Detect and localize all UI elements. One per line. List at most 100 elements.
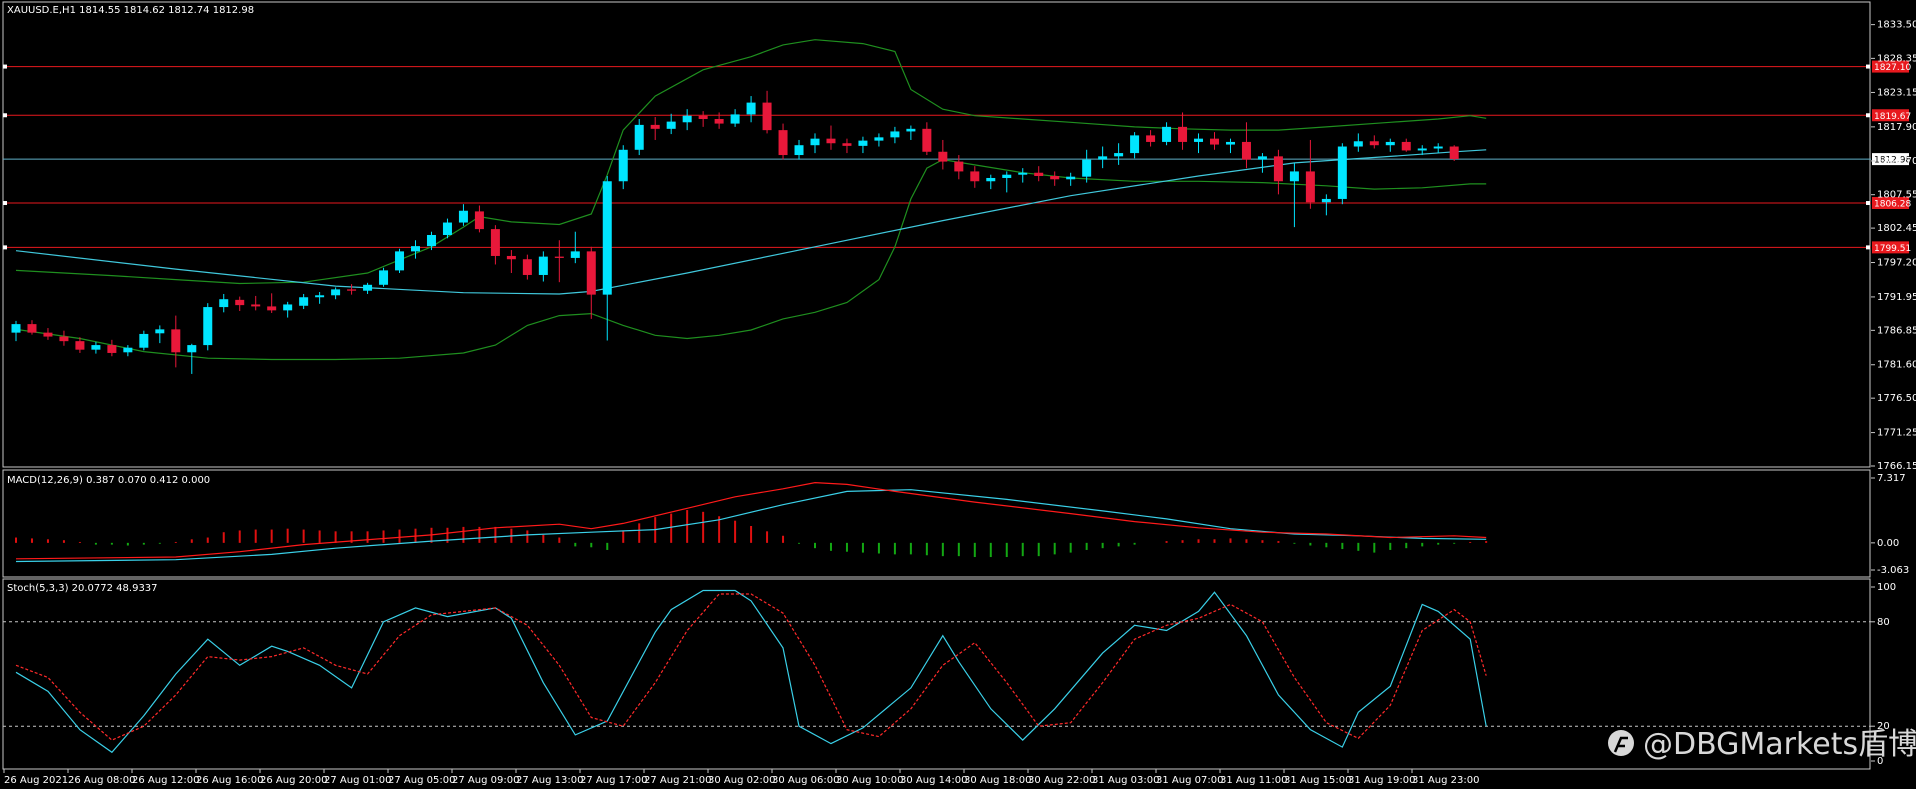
- candle-body: [810, 138, 820, 146]
- level-anchor-handle: [1866, 64, 1870, 69]
- time-tick-label: 30 Aug 18:00: [964, 775, 1031, 786]
- candle-body: [570, 251, 580, 258]
- candle-body: [522, 259, 532, 275]
- candle-body: [906, 128, 916, 132]
- macd-header: MACD(12,26,9) 0.387 0.070 0.412 0.000: [7, 475, 210, 486]
- candle-body: [1417, 148, 1427, 151]
- candle-body: [842, 143, 852, 146]
- price-tick-label: 1812.70: [1877, 156, 1916, 167]
- time-tick-label: 26 Aug 08:00: [68, 775, 135, 786]
- macd-tick-label: -3.063: [1877, 565, 1909, 576]
- candle-body: [474, 211, 484, 230]
- candle-body: [1050, 176, 1060, 180]
- candle-body: [155, 329, 165, 334]
- candle-body: [858, 140, 868, 146]
- time-tick-label: 31 Aug 03:00: [1092, 775, 1159, 786]
- price-tag-label: 1806.28: [1874, 200, 1911, 210]
- candle-body: [442, 222, 452, 235]
- time-tick-label: 31 Aug 19:00: [1348, 775, 1415, 786]
- time-tick-label: 30 Aug 22:00: [1028, 775, 1095, 786]
- candle-body: [1034, 172, 1044, 177]
- price-tick-label: 1771.25: [1877, 428, 1916, 439]
- chart-background: [0, 0, 1916, 789]
- candle-body: [426, 234, 436, 247]
- price-tick-label: 1781.60: [1877, 360, 1916, 371]
- time-tick-label: 31 Aug 11:00: [1220, 775, 1287, 786]
- candle-body: [554, 256, 564, 258]
- time-tick-label: 27 Aug 01:00: [324, 775, 391, 786]
- candle-body: [1273, 156, 1283, 182]
- price-tick-label: 1833.50: [1877, 20, 1916, 31]
- level-anchor-handle: [3, 113, 7, 118]
- candle-body: [1289, 171, 1299, 182]
- candle-body: [730, 114, 740, 124]
- candle-body: [1369, 141, 1379, 146]
- watermark-text: @DBGMarkets盾博: [1643, 727, 1916, 762]
- candle-body: [171, 329, 181, 353]
- price-tick-label: 1828.35: [1877, 53, 1916, 64]
- candle-body: [1353, 141, 1363, 147]
- price-tick-label: 1791.95: [1877, 292, 1916, 303]
- candle-body: [1178, 126, 1188, 142]
- candle-body: [650, 124, 660, 129]
- stoch-tick-label: 80: [1877, 617, 1890, 628]
- price-tag-label: 1819.67: [1874, 112, 1911, 122]
- candle-body: [299, 297, 309, 306]
- candle-body: [1018, 172, 1028, 175]
- candle-body: [411, 246, 420, 252]
- time-tick-label: 30 Aug 10:00: [836, 775, 903, 786]
- time-tick-label: 31 Aug 07:00: [1156, 775, 1223, 786]
- candle-body: [714, 118, 724, 124]
- candle-body: [267, 306, 277, 311]
- candle-body: [59, 336, 69, 342]
- candle-body: [107, 345, 117, 353]
- price-tick-label: 1786.85: [1877, 325, 1916, 336]
- time-tick-label: 27 Aug 17:00: [580, 775, 647, 786]
- candle-body: [1146, 135, 1156, 142]
- candle-body: [602, 181, 612, 295]
- level-anchor-handle: [1866, 201, 1870, 206]
- candle-body: [1337, 146, 1347, 199]
- candle-body: [682, 115, 692, 123]
- candle-body: [826, 138, 836, 144]
- candle-body: [1114, 153, 1124, 157]
- candle-body: [986, 177, 996, 182]
- price-tag-label: 1799.51: [1874, 244, 1911, 254]
- candle-body: [762, 102, 772, 131]
- candle-body: [586, 251, 596, 295]
- candle-body: [1130, 135, 1140, 154]
- candle-body: [1002, 174, 1012, 178]
- candle-body: [506, 255, 516, 260]
- candle-body: [1385, 141, 1395, 146]
- candle-body: [235, 299, 245, 306]
- time-tick-label: 31 Aug 23:00: [1412, 775, 1479, 786]
- time-tick-label: 26 Aug 12:00: [132, 775, 199, 786]
- level-anchor-handle: [3, 245, 7, 250]
- level-anchor-handle: [1866, 113, 1870, 118]
- candle-body: [634, 124, 644, 150]
- candle-body: [1257, 156, 1267, 160]
- candle-body: [315, 295, 325, 298]
- candle-body: [778, 130, 788, 156]
- candle-body: [538, 256, 548, 275]
- candle-body: [970, 171, 980, 182]
- candle-body: [490, 229, 500, 256]
- time-tick-label: 30 Aug 14:00: [900, 775, 967, 786]
- candle-body: [1449, 146, 1459, 159]
- price-tick-label: 1807.55: [1877, 190, 1916, 201]
- candle-body: [1433, 146, 1443, 149]
- stoch-header: Stoch(5,3,3) 20.0772 48.9337: [7, 583, 158, 594]
- price-tick-label: 1802.45: [1877, 223, 1916, 234]
- macd-tick-label: 0.00: [1877, 538, 1899, 549]
- price-tick-label: 1817.90: [1877, 122, 1916, 133]
- price-tick-label: 1766.15: [1877, 461, 1916, 472]
- level-anchor-handle: [1866, 245, 1870, 250]
- candle-body: [1305, 171, 1315, 203]
- candle-body: [954, 161, 964, 172]
- trading-chart[interactable]: 1827.101819.671812.981806.281799.51 1833…: [0, 0, 1916, 789]
- time-tick-label: 27 Aug 21:00: [644, 775, 711, 786]
- candle-body: [43, 332, 53, 337]
- time-tick-label: 30 Aug 06:00: [772, 775, 839, 786]
- time-tick-label: 30 Aug 02:00: [708, 775, 775, 786]
- candle-body: [746, 102, 756, 115]
